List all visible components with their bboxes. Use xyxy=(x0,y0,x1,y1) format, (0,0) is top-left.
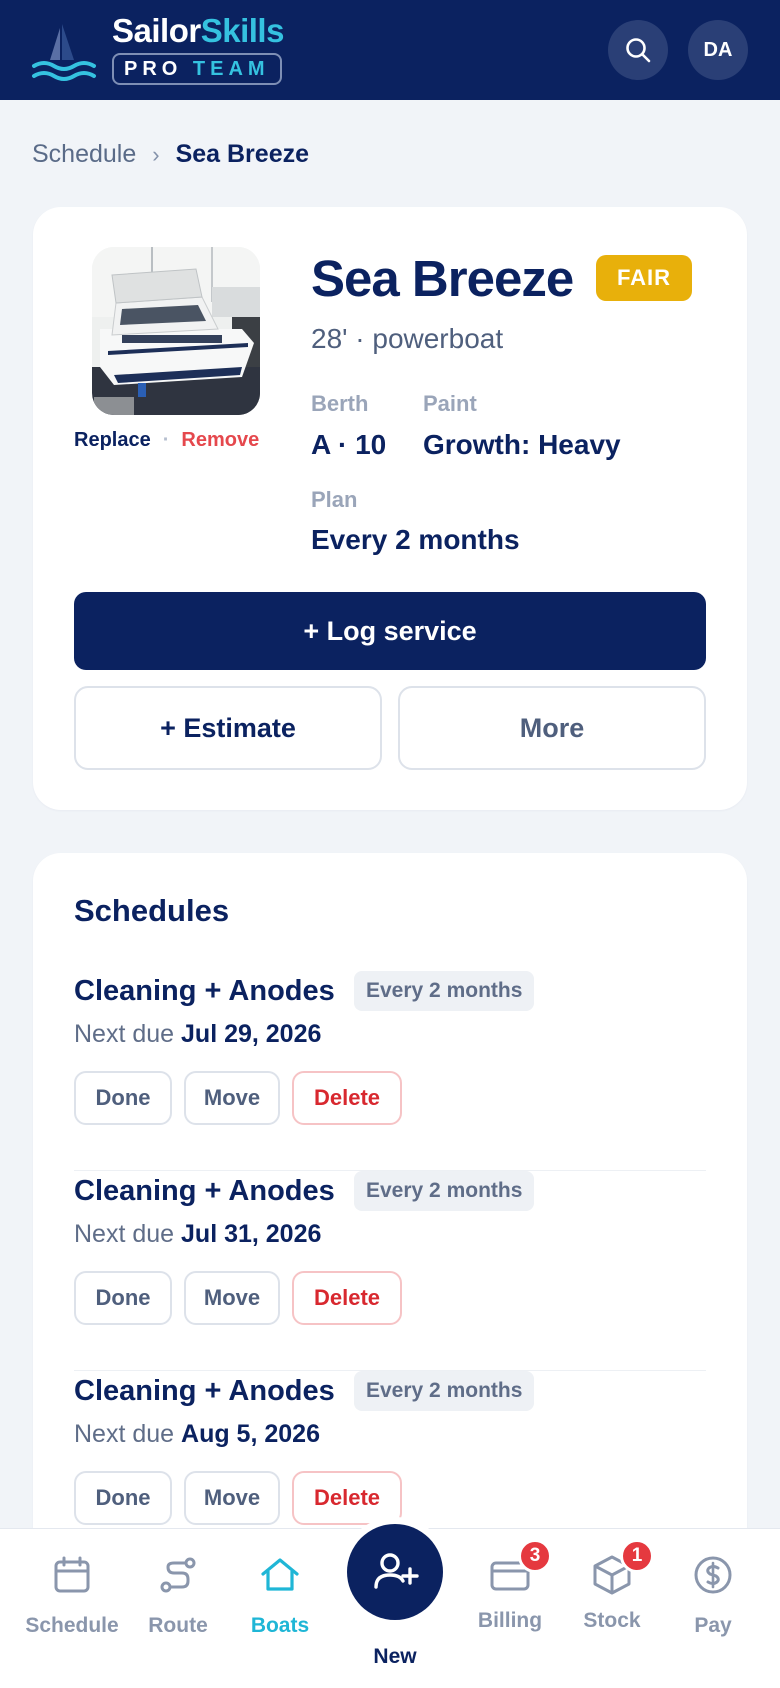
move-button[interactable]: Move xyxy=(184,1071,280,1125)
photo-actions: Replace · Remove xyxy=(74,429,259,452)
boat-card: Replace · Remove Sea Breeze FAIR 28' · p… xyxy=(33,207,747,810)
paint-value: Growth: Heavy xyxy=(423,429,621,460)
stock-badge: 1 xyxy=(620,1539,654,1573)
schedule-name: Cleaning + Anodes xyxy=(74,975,335,1007)
new-label: New xyxy=(373,1645,417,1668)
next-due: Next due Aug 5, 2026 xyxy=(74,1416,320,1452)
schedule-actions: Done Move Delete xyxy=(74,1471,402,1525)
nav-label: Pay xyxy=(694,1614,732,1637)
nav-item-billing[interactable]: 3 Billing xyxy=(455,1539,565,1633)
search-icon xyxy=(626,38,651,63)
frequency-badge: Every 2 months xyxy=(354,971,535,1011)
brand-word-sailor: Sailor xyxy=(112,12,201,49)
calendar-icon xyxy=(54,1556,90,1593)
condition-badge: FAIR xyxy=(596,255,692,301)
schedule-name: Cleaning + Anodes xyxy=(74,1375,335,1407)
chevron-right-icon: › xyxy=(152,141,160,167)
frequency-badge: Every 2 months xyxy=(354,1371,535,1411)
log-service-button[interactable]: + Log service xyxy=(74,592,706,670)
delete-button[interactable]: Delete xyxy=(292,1271,402,1325)
remove-photo-button[interactable]: Remove xyxy=(181,429,259,452)
boat-photo-image xyxy=(92,247,260,415)
boat-spec: 28' · powerboat xyxy=(311,323,504,354)
delete-button[interactable]: Delete xyxy=(292,1071,402,1125)
done-button[interactable]: Done xyxy=(74,1071,172,1125)
add-user-icon xyxy=(374,1553,419,1589)
box-icon-wrap: 1 xyxy=(590,1539,654,1597)
next-due-label: Next due xyxy=(74,1220,175,1248)
next-due: Next due Jul 31, 2026 xyxy=(74,1216,321,1252)
dollar-icon xyxy=(694,1556,732,1594)
separator-dot: · xyxy=(162,429,170,451)
paint-label: Paint xyxy=(423,391,477,416)
boat-photo[interactable] xyxy=(92,247,260,415)
brand-name: SailorSkills xyxy=(112,12,284,50)
next-due: Next due Jul 29, 2026 xyxy=(74,1016,321,1052)
nav-label: Route xyxy=(148,1614,208,1637)
breadcrumb-schedule-link[interactable]: Schedule xyxy=(32,140,136,169)
move-button[interactable]: Move xyxy=(184,1271,280,1325)
berth-value: A · 10 xyxy=(311,429,387,460)
brand-tag-team: TEAM xyxy=(192,58,270,80)
schedule-actions: Done Move Delete xyxy=(74,1271,402,1325)
more-button[interactable]: More xyxy=(398,686,706,770)
nav-label: Boats xyxy=(250,1614,310,1637)
brand-tag-pro: PRO xyxy=(124,58,183,80)
billing-badge: 3 xyxy=(518,1539,552,1573)
search-button[interactable] xyxy=(608,20,668,80)
schedules-title: Schedules xyxy=(74,893,230,928)
schedule-actions: Done Move Delete xyxy=(74,1071,402,1125)
estimate-button[interactable]: + Estimate xyxy=(74,686,382,770)
nav-item-route[interactable]: Route xyxy=(123,1553,233,1638)
route-icon xyxy=(160,1557,196,1593)
plan-label: Plan xyxy=(311,487,358,512)
schedules-card: Schedules Cleaning + Anodes Every 2 mont… xyxy=(33,853,747,1573)
nav-item-schedule[interactable]: Schedule xyxy=(17,1553,127,1638)
nav-label: Billing xyxy=(477,1609,543,1632)
brand-word-skills: Skills xyxy=(200,12,285,49)
bottom-nav: Schedule Route Boats New 3 Billing 1 Sto… xyxy=(0,1517,780,1688)
berth-label: Berth xyxy=(311,391,369,416)
brand-tagline: PRO TEAM xyxy=(112,53,282,85)
next-due-label: Next due xyxy=(74,1420,175,1448)
nav-item-pay[interactable]: Pay xyxy=(658,1553,768,1638)
next-due-label: Next due xyxy=(74,1020,175,1048)
card-icon-wrap: 3 xyxy=(488,1539,552,1597)
move-button[interactable]: Move xyxy=(184,1471,280,1525)
replace-photo-button[interactable]: Replace xyxy=(74,429,151,452)
nav-item-boats[interactable]: Boats xyxy=(225,1553,335,1638)
frequency-badge: Every 2 months xyxy=(354,1171,535,1211)
next-due-date: Jul 31, 2026 xyxy=(181,1220,322,1248)
breadcrumb-current: Sea Breeze xyxy=(175,140,310,168)
brand: SailorSkills PRO TEAM xyxy=(112,12,284,85)
nav-label: Stock xyxy=(583,1609,641,1632)
avatar[interactable]: DA xyxy=(688,20,748,80)
next-due-date: Jul 29, 2026 xyxy=(181,1020,322,1048)
next-due-date: Aug 5, 2026 xyxy=(181,1420,320,1448)
schedule-item: Cleaning + Anodes Every 2 months Next du… xyxy=(74,1171,706,1371)
app-header: SailorSkills PRO TEAM DA xyxy=(0,0,780,100)
nav-label: Schedule xyxy=(25,1614,119,1637)
done-button[interactable]: Done xyxy=(74,1271,172,1325)
new-button[interactable] xyxy=(340,1517,450,1627)
schedule-item: Cleaning + Anodes Every 2 months Next du… xyxy=(74,971,706,1171)
nav-item-stock[interactable]: 1 Stock xyxy=(557,1539,667,1633)
home-icon xyxy=(261,1558,299,1591)
sailboat-logo-icon xyxy=(32,24,96,81)
plan-value: Every 2 months xyxy=(311,524,520,555)
done-button[interactable]: Done xyxy=(74,1471,172,1525)
new-button-circle xyxy=(347,1524,443,1620)
breadcrumb: Schedule › Sea Breeze xyxy=(32,140,309,169)
schedule-name: Cleaning + Anodes xyxy=(74,1175,335,1207)
boat-name: Sea Breeze xyxy=(311,250,574,307)
